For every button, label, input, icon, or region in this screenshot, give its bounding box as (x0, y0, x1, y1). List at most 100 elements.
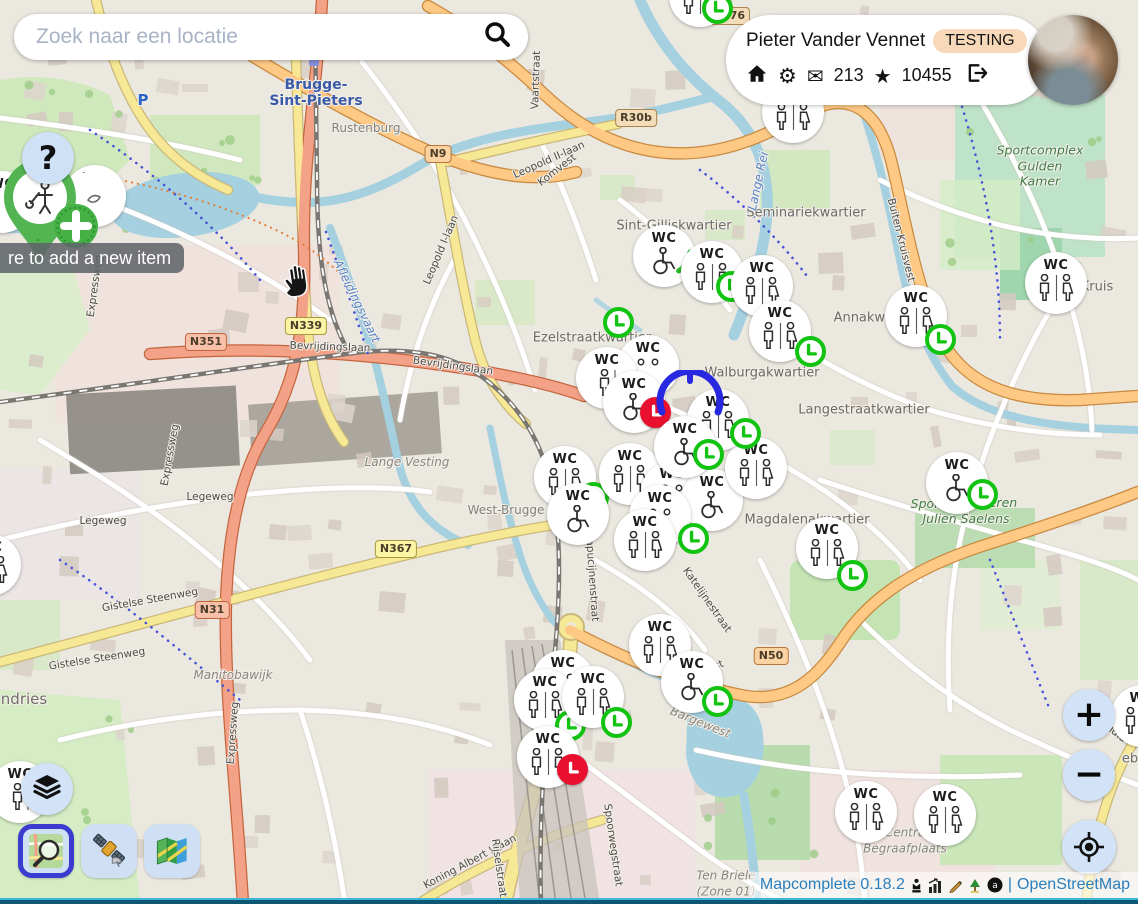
marker-wc-label: WC (750, 262, 775, 275)
marker-wc-label: WC (0, 541, 2, 554)
marker-wc-label: WC (768, 307, 793, 320)
basemap-osm-carto-button[interactable] (18, 824, 74, 878)
map-viewport[interactable]: Brugge- Sint-PietersRustenburgSint-Gilli… (0, 0, 1138, 904)
zoom-out-label: − (1074, 757, 1104, 793)
marker-wc-label: WC (706, 396, 731, 409)
toilet-map-marker[interactable]: WC (614, 509, 676, 571)
openstreetmap-link[interactable]: OpenStreetMap (1017, 876, 1130, 894)
marker-wc-label: WC (648, 492, 673, 505)
logout-icon[interactable] (966, 63, 989, 88)
toilet-map-marker[interactable]: WC (1025, 252, 1087, 314)
opening-hours-open-badge (678, 523, 709, 554)
marker-wc-label: WC (815, 524, 840, 537)
marker-wc-label: WC (680, 658, 705, 671)
toilet-map-marker[interactable]: WC (885, 285, 947, 347)
opening-hours-open-badge (603, 307, 634, 338)
zoom-out-button[interactable]: − (1063, 749, 1115, 801)
bottom-strip (0, 898, 1138, 904)
map-badge-marker[interactable] (587, 291, 649, 353)
layers-button[interactable] (21, 763, 73, 815)
marker-wc-label: WC (553, 453, 578, 466)
geolocate-button[interactable] (1062, 820, 1116, 874)
zoom-in-button[interactable]: + (1063, 689, 1115, 741)
basemap-map-button[interactable] (144, 824, 200, 878)
basemap-satellite-button[interactable] (81, 824, 137, 878)
marker-wc-label: WC (648, 621, 673, 634)
star-icon: ★ (874, 64, 892, 88)
opening-hours-open-badge (601, 707, 632, 738)
messages-envelope-icon[interactable]: ✉ (807, 64, 824, 88)
hand-cursor-icon (277, 260, 317, 307)
marker-wc-label: WC (904, 292, 929, 305)
toilet-map-marker[interactable]: WC (796, 517, 858, 579)
attribution-bar[interactable]: Mapcomplete 0.18.2 a | OpenStreetMap (750, 872, 1138, 898)
layers-icon (32, 772, 62, 807)
opening-hours-open-badge (730, 418, 761, 449)
opening-hours-closed-badge (557, 754, 588, 785)
opening-hours-open-badge (795, 336, 826, 367)
mapcomplete-version-link[interactable]: Mapcomplete 0.18.2 (760, 876, 905, 894)
marker-wc-label: WC (1130, 692, 1138, 705)
toilet-map-marker[interactable]: WC (547, 483, 609, 545)
edit-pencil-icon[interactable] (948, 878, 963, 893)
messages-count: 213 (834, 65, 864, 86)
marker-wc-label: WC (854, 788, 879, 801)
user-panel[interactable]: Pieter Vander Vennet TESTING ⚙ ✉ 213 ★ 1… (726, 15, 1048, 105)
crosshair-icon (1072, 830, 1106, 864)
svg-text:a: a (992, 881, 998, 891)
toilet-map-marker[interactable]: WC (661, 651, 723, 713)
toilet-map-marker[interactable]: WC (1111, 685, 1138, 747)
help-label: ? (39, 139, 58, 177)
community-badge-icon[interactable]: a (987, 877, 1003, 893)
search-icon[interactable] (482, 20, 512, 55)
opening-hours-open-badge (693, 439, 724, 470)
search-bar[interactable] (14, 14, 528, 60)
toilet-map-marker[interactable]: WC (669, 0, 731, 27)
opening-hours-open-badge (837, 560, 868, 591)
toilet-map-marker[interactable]: WC (0, 534, 21, 596)
marker-wc-label: WC (533, 676, 558, 689)
marker-wc-label: WC (700, 248, 725, 261)
toilet-map-marker[interactable]: WC (914, 784, 976, 846)
marker-wc-label: WC (633, 516, 658, 529)
opening-hours-open-badge (925, 324, 956, 355)
marker-wc-label: WC (536, 733, 561, 746)
tooltip-text: re to add a new item (8, 248, 171, 268)
search-input[interactable] (34, 24, 482, 50)
toilet-map-marker[interactable]: WC (654, 416, 716, 478)
satellite-icon (90, 832, 128, 870)
marker-wc-label: WC (652, 232, 677, 245)
toilet-map-marker[interactable]: WC (835, 781, 897, 843)
settings-gear-icon[interactable]: ⚙ (778, 64, 797, 88)
marker-wc-label: WC (933, 791, 958, 804)
marker-wc-label: WC (945, 459, 970, 472)
testing-badge: TESTING (933, 29, 1026, 53)
opening-hours-open-badge (702, 0, 733, 24)
marker-wc-label: WC (622, 378, 647, 391)
help-button[interactable]: ? (22, 132, 74, 184)
avatar[interactable] (1028, 15, 1118, 105)
opening-hours-open-badge (702, 686, 733, 717)
marker-wc-label: WC (1044, 259, 1069, 272)
marker-wc-label: WC (595, 354, 620, 367)
zoom-in-label: + (1074, 697, 1104, 733)
toilet-map-marker[interactable]: WC (926, 452, 988, 514)
marker-wc-label: WC (618, 450, 643, 463)
add-item-tooltip: re to add a new item (0, 243, 184, 273)
theme-tree-icon[interactable] (968, 878, 982, 893)
marker-wc-label: WC (581, 673, 606, 686)
toilet-map-marker[interactable]: WC (749, 300, 811, 362)
user-name: Pieter Vander Vennet (746, 30, 925, 52)
folded-map-icon (153, 832, 191, 870)
marker-wc-label: WC (673, 423, 698, 436)
attribution-separator: | (1008, 876, 1012, 894)
toilet-map-marker[interactable]: WC (517, 726, 579, 788)
opening-hours-open-badge (967, 479, 998, 510)
changesets-count: 10455 (902, 65, 952, 86)
osm-carto-icon (27, 832, 65, 870)
toilet-map-marker[interactable]: WC (562, 666, 624, 728)
stats-chart-icon[interactable] (928, 878, 943, 893)
marker-wc-label: WC (566, 490, 591, 503)
contributor-statue-icon[interactable] (910, 878, 923, 893)
home-icon[interactable] (746, 64, 768, 88)
